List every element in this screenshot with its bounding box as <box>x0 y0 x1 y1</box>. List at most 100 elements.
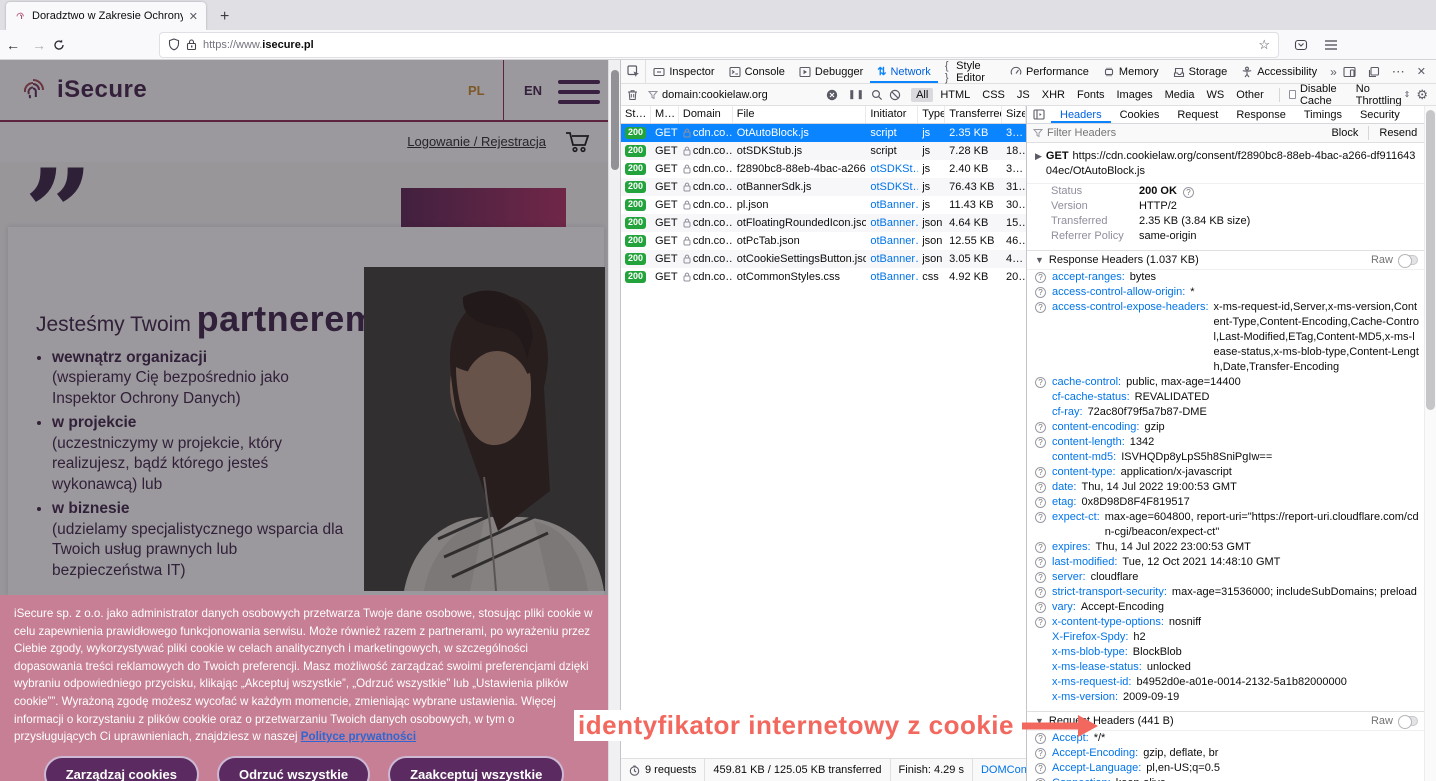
header-name[interactable]: content-encoding: <box>1052 420 1139 435</box>
tab-console[interactable]: Console <box>722 60 792 83</box>
scrollbar-thumb[interactable] <box>611 70 619 170</box>
back-icon[interactable]: ← <box>0 37 26 53</box>
column-header[interactable]: M… <box>651 106 679 123</box>
response-headers-section[interactable]: ▼ Response Headers (1.037 KB) Raw <box>1027 250 1424 270</box>
header-name[interactable]: strict-transport-security: <box>1052 585 1167 600</box>
header-name[interactable]: x-ms-lease-status: <box>1052 660 1142 675</box>
column-header[interactable]: Type <box>918 106 945 123</box>
help-icon[interactable]: ? <box>1035 482 1046 493</box>
help-icon[interactable]: ? <box>1035 617 1046 628</box>
tab-inspector[interactable]: Inspector <box>646 60 721 83</box>
header-name[interactable]: cache-control: <box>1052 375 1121 390</box>
network-request-row[interactable]: 200GETcdn.co…OtAutoBlock.jsscriptjs2.35 … <box>621 124 1026 142</box>
tab-memory[interactable]: Memory <box>1096 60 1166 83</box>
help-icon[interactable]: ? <box>1035 557 1046 568</box>
column-header[interactable]: Initiator <box>866 106 918 123</box>
separate-window-icon[interactable] <box>1368 66 1380 78</box>
header-name[interactable]: content-md5: <box>1052 450 1116 465</box>
initiator-cell[interactable]: otBanner… <box>870 217 918 229</box>
browser-tab[interactable]: Doradztwo w Zakresie Ochrony Dany ✕ <box>6 2 206 30</box>
header-name[interactable]: Accept-Encoding: <box>1052 746 1138 761</box>
disable-cache-checkbox[interactable]: Disable Cache <box>1289 83 1345 107</box>
tab-request[interactable]: Request <box>1168 106 1227 123</box>
raw-toggle[interactable] <box>1398 255 1418 265</box>
help-icon[interactable]: ? <box>1183 187 1194 198</box>
header-name[interactable]: server: <box>1052 570 1086 585</box>
block-url-button[interactable]: Block <box>1331 127 1358 139</box>
network-request-row[interactable]: 200GETcdn.co…otPcTab.jsonotBanner…json12… <box>621 232 1026 250</box>
forward-icon[interactable]: → <box>26 37 52 53</box>
accept-all-button[interactable]: Zaakceptuj wszystkie <box>388 756 564 781</box>
collapse-pane-icon[interactable] <box>1027 106 1051 123</box>
privacy-policy-link[interactable]: Polityce prywatności <box>301 730 416 743</box>
tab-style-editor[interactable]: { } Style Editor <box>938 60 1003 83</box>
header-name[interactable]: access-control-expose-headers: <box>1052 300 1209 315</box>
initiator-cell[interactable]: otSDKSt… <box>870 181 918 193</box>
page-scrollbar[interactable] <box>608 60 620 781</box>
tab-timings[interactable]: Timings <box>1295 106 1351 123</box>
url-filter-input[interactable] <box>644 87 842 103</box>
new-tab-button[interactable]: + <box>220 8 229 30</box>
tab-close-icon[interactable]: ✕ <box>189 10 198 23</box>
initiator-cell[interactable]: otSDKSt… <box>870 163 918 175</box>
header-name[interactable]: access-control-allow-origin: <box>1052 285 1185 300</box>
type-filter-html[interactable]: HTML <box>935 88 975 102</box>
more-tabs-icon[interactable]: » <box>1324 60 1343 83</box>
header-name[interactable]: expect-ct: <box>1052 510 1100 525</box>
header-name[interactable]: date: <box>1052 480 1076 495</box>
type-filter-js[interactable]: JS <box>1012 88 1035 102</box>
shield-icon[interactable] <box>168 38 180 51</box>
network-request-row[interactable]: 200GETcdn.co…otSDKStub.jsscriptjs7.28 KB… <box>621 142 1026 160</box>
help-icon[interactable]: ? <box>1035 542 1046 553</box>
help-icon[interactable]: ? <box>1035 602 1046 613</box>
help-icon[interactable]: ? <box>1035 272 1046 283</box>
header-name[interactable]: accept-ranges: <box>1052 270 1125 285</box>
type-filter-fonts[interactable]: Fonts <box>1072 88 1110 102</box>
clear-requests-icon[interactable] <box>627 89 638 101</box>
meatball-menu-icon[interactable]: ⋯ <box>1392 64 1405 80</box>
column-header[interactable]: Transferred <box>945 106 1002 123</box>
header-name[interactable]: x-ms-version: <box>1052 690 1118 705</box>
header-name[interactable]: cf-cache-status: <box>1052 390 1130 405</box>
clear-filter-icon[interactable] <box>826 89 838 101</box>
request-url-line[interactable]: ▶ GEThttps://cdn.cookielaw.org/consent/f… <box>1027 143 1424 184</box>
column-header[interactable]: File <box>733 106 867 123</box>
help-icon[interactable]: ? <box>1035 287 1046 298</box>
network-request-row[interactable]: 200GETcdn.co…otBannerSdk.jsotSDKSt…js76.… <box>621 178 1026 196</box>
header-name[interactable]: vary: <box>1052 600 1076 615</box>
type-filter-media[interactable]: Media <box>1160 88 1200 102</box>
header-name[interactable]: content-length: <box>1052 435 1125 450</box>
help-icon[interactable]: ? <box>1035 422 1046 433</box>
initiator-cell[interactable]: otBanner… <box>870 271 918 283</box>
header-name[interactable]: expires: <box>1052 540 1091 555</box>
initiator-cell[interactable]: otBanner… <box>870 199 918 211</box>
header-name[interactable]: x-ms-blob-type: <box>1052 645 1128 660</box>
network-request-row[interactable]: 200GETcdn.co…otCookieSettingsButton.json… <box>621 250 1026 268</box>
tab-response[interactable]: Response <box>1227 106 1295 123</box>
header-name[interactable]: Accept-Language: <box>1052 761 1141 776</box>
column-header[interactable]: St… <box>621 106 651 123</box>
expand-twisty-icon[interactable]: ▶ <box>1035 149 1042 179</box>
help-icon[interactable]: ? <box>1035 467 1046 478</box>
header-name[interactable]: content-type: <box>1052 465 1116 480</box>
header-name[interactable]: x-content-type-options: <box>1052 615 1164 630</box>
help-icon[interactable]: ? <box>1035 748 1046 759</box>
help-icon[interactable]: ? <box>1035 497 1046 508</box>
header-name[interactable]: X-Firefox-Spdy: <box>1052 630 1128 645</box>
menu-icon[interactable] <box>1324 39 1338 51</box>
help-icon[interactable]: ? <box>1035 437 1046 448</box>
help-icon[interactable]: ? <box>1035 572 1046 583</box>
manage-cookies-button[interactable]: Zarządzaj cookies <box>44 756 199 781</box>
tab-performance[interactable]: Performance <box>1003 60 1096 83</box>
type-filter-css[interactable]: CSS <box>977 88 1010 102</box>
url-bar[interactable]: https://www.isecure.pl ☆ <box>160 33 1278 57</box>
column-header[interactable]: Size <box>1002 106 1026 123</box>
pause-icon[interactable]: ❚❚ <box>848 89 865 100</box>
reject-all-button[interactable]: Odrzuć wszystkie <box>217 756 370 781</box>
network-request-row[interactable]: 200GETcdn.co…f2890bc8-88eb-4bac-a266-df9… <box>621 160 1026 178</box>
block-icon[interactable] <box>889 89 901 101</box>
resend-button[interactable]: Resend <box>1379 127 1417 139</box>
network-request-row[interactable]: 200GETcdn.co…pl.jsonotBanner…js11.43 KB3… <box>621 196 1026 214</box>
search-icon[interactable] <box>871 89 883 101</box>
help-icon[interactable]: ? <box>1035 763 1046 774</box>
